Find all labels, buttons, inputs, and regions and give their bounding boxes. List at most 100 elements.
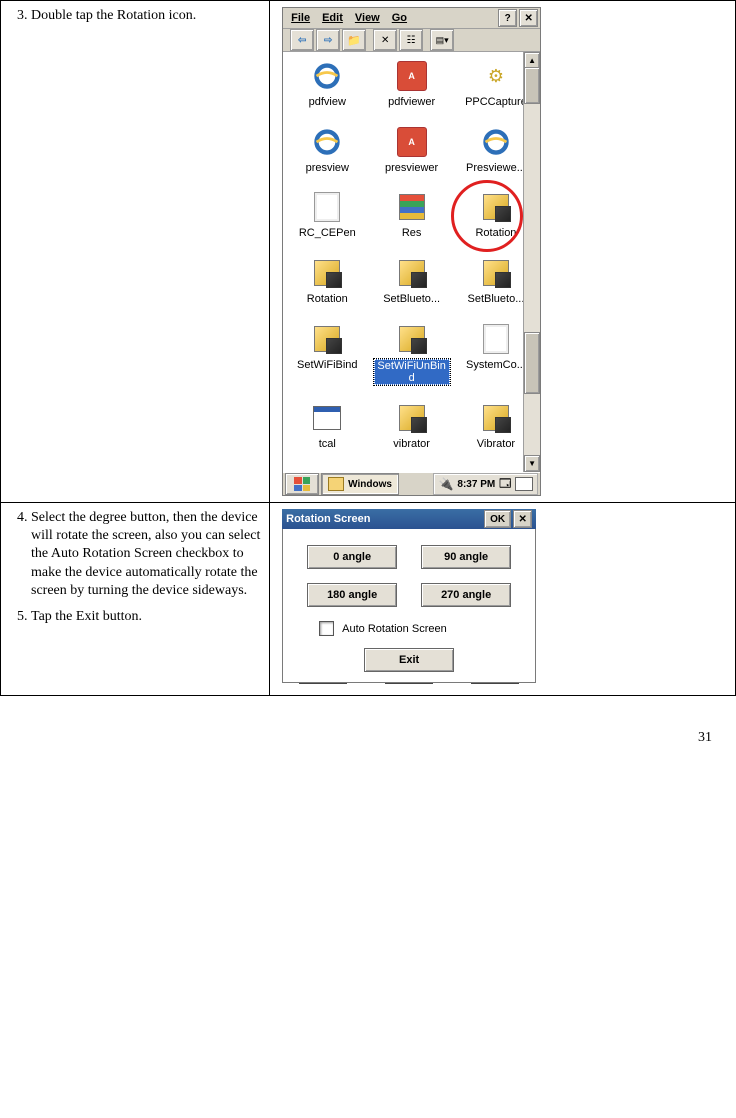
rotation-dialog: Rotation Screen OK ✕ 0 angle 90 angle 18… bbox=[282, 509, 536, 689]
file-item[interactable]: Apresviewer bbox=[374, 126, 450, 182]
document-icon bbox=[483, 324, 509, 354]
toolbar: ⇦ ⇨ 📁 ✕ ☷ ▤▾ bbox=[283, 29, 540, 52]
angle-0-button[interactable]: 0 angle bbox=[307, 545, 397, 569]
ie-icon bbox=[313, 128, 341, 156]
tray-time: 8:37 PM bbox=[457, 479, 495, 490]
file-grid: pdfviewApdfviewer⚙PPCCapturepresviewApre… bbox=[283, 52, 540, 472]
pdf-icon: A bbox=[397, 61, 427, 91]
menu-file[interactable]: File bbox=[285, 10, 316, 26]
angle-180-button[interactable]: 180 angle bbox=[307, 583, 397, 607]
file-label: SetBlueto... bbox=[381, 293, 442, 305]
menu-go[interactable]: Go bbox=[386, 10, 413, 26]
ie-icon bbox=[482, 128, 510, 156]
view-mode-button[interactable]: ▤▾ bbox=[430, 29, 454, 51]
menu-edit[interactable]: Edit bbox=[316, 10, 349, 26]
file-label: pdfviewer bbox=[386, 96, 437, 108]
ie-icon bbox=[313, 62, 341, 90]
delete-button[interactable]: ✕ bbox=[373, 29, 397, 51]
folder-icon bbox=[328, 477, 344, 491]
system-tray: 🔌 8:37 PM 🗔 bbox=[433, 473, 538, 495]
scroll-thumb-lower[interactable] bbox=[524, 332, 540, 394]
start-button[interactable] bbox=[285, 473, 319, 495]
file-label: pdfview bbox=[307, 96, 348, 108]
step5-text: Tap the Exit button. bbox=[31, 608, 261, 626]
app-box-icon bbox=[399, 260, 425, 286]
scroll-thumb[interactable] bbox=[524, 67, 540, 104]
flag-icon bbox=[399, 194, 425, 220]
scrollbar: ▲ ▼ bbox=[523, 52, 540, 472]
file-label: presview bbox=[304, 162, 351, 174]
file-label: PPCCapture bbox=[463, 96, 529, 108]
back-icon: ⇦ bbox=[298, 35, 306, 46]
file-item[interactable]: SetWiFiBind bbox=[289, 323, 365, 393]
rotation-body: 0 angle 90 angle 180 angle 270 angle Aut… bbox=[282, 529, 536, 683]
file-item[interactable]: presview bbox=[289, 126, 365, 182]
step4-5-cell: Select the degree button, then the devic… bbox=[1, 503, 270, 696]
app-box-icon bbox=[399, 405, 425, 431]
dialog-bottom-frags bbox=[282, 683, 536, 689]
file-item[interactable]: vibrator bbox=[374, 402, 450, 458]
app-box-icon bbox=[399, 326, 425, 352]
step4-text: Select the degree button, then the devic… bbox=[31, 509, 261, 600]
properties-icon: ☷ bbox=[407, 35, 416, 46]
file-label: Rotation bbox=[473, 227, 518, 239]
file-item[interactable]: Rotation bbox=[289, 257, 365, 313]
folder-up-icon: 📁 bbox=[347, 34, 361, 47]
file-item[interactable]: Res bbox=[374, 191, 450, 247]
file-label: Rotation bbox=[305, 293, 350, 305]
app-box-icon bbox=[483, 260, 509, 286]
forward-button[interactable]: ⇨ bbox=[316, 29, 340, 51]
file-item[interactable]: RC_CEPen bbox=[289, 191, 365, 247]
properties-button[interactable]: ☷ bbox=[399, 29, 423, 51]
file-item[interactable]: tcal bbox=[289, 402, 365, 458]
taskbar: Windows 🔌 8:37 PM 🗔 bbox=[283, 472, 540, 495]
angle-90-button[interactable]: 90 angle bbox=[421, 545, 511, 569]
desktop-icon[interactable]: 🗔 bbox=[499, 475, 511, 494]
file-label: Vibrator bbox=[475, 438, 517, 450]
file-item[interactable]: SetBlueto... bbox=[374, 257, 450, 313]
file-item[interactable]: SetWiFiUnBind bbox=[374, 323, 450, 393]
explorer-cell: File Edit View Go ? ✕ ⇦ ⇨ 📁 ✕ bbox=[270, 1, 736, 503]
auto-rotation-label: Auto Rotation Screen bbox=[342, 623, 447, 635]
auto-rotation-checkbox[interactable] bbox=[319, 621, 334, 636]
delete-icon: ✕ bbox=[381, 35, 389, 46]
file-label: Presviewe... bbox=[464, 162, 528, 174]
taskbar-item-windows[interactable]: Windows bbox=[321, 473, 399, 495]
taskbar-item-label: Windows bbox=[348, 479, 392, 490]
rotation-titlebar: Rotation Screen OK ✕ bbox=[282, 509, 536, 529]
explorer-window: File Edit View Go ? ✕ ⇦ ⇨ 📁 ✕ bbox=[282, 7, 541, 496]
scroll-down-button[interactable]: ▼ bbox=[524, 455, 540, 472]
app-box-icon bbox=[483, 405, 509, 431]
back-button[interactable]: ⇦ bbox=[290, 29, 314, 51]
file-label: SetWiFiBind bbox=[295, 359, 360, 371]
exit-button[interactable]: Exit bbox=[364, 648, 454, 672]
keyboard-icon[interactable] bbox=[515, 477, 533, 491]
dialog-close-button[interactable]: ✕ bbox=[513, 510, 532, 528]
file-item[interactable]: Apdfviewer bbox=[374, 60, 450, 116]
help-button[interactable]: ? bbox=[498, 9, 517, 27]
menubar: File Edit View Go ? ✕ bbox=[283, 8, 540, 29]
angle-270-button[interactable]: 270 angle bbox=[421, 583, 511, 607]
rotation-title: Rotation Screen bbox=[286, 513, 484, 525]
power-icon: 🔌 bbox=[438, 477, 453, 491]
document-icon bbox=[314, 192, 340, 222]
file-item[interactable]: pdfview bbox=[289, 60, 365, 116]
ok-button[interactable]: OK bbox=[484, 510, 511, 528]
app-box-icon bbox=[314, 260, 340, 286]
close-button[interactable]: ✕ bbox=[519, 9, 538, 27]
step3-text: Double tap the Rotation icon. bbox=[31, 7, 261, 25]
forward-icon: ⇨ bbox=[324, 35, 332, 46]
window-icon bbox=[313, 406, 341, 430]
step3-cell: Double tap the Rotation icon. bbox=[1, 1, 270, 503]
file-label: vibrator bbox=[391, 438, 432, 450]
app-box-icon bbox=[483, 194, 509, 220]
file-label: SetBlueto... bbox=[466, 293, 527, 305]
up-button[interactable]: 📁 bbox=[342, 29, 366, 51]
rotation-cell: Rotation Screen OK ✕ 0 angle 90 angle 18… bbox=[270, 503, 736, 696]
windows-logo-icon bbox=[294, 477, 310, 491]
menu-view[interactable]: View bbox=[349, 10, 386, 26]
app-box-icon bbox=[314, 326, 340, 352]
pdf-icon: A bbox=[397, 127, 427, 157]
view-mode-icon: ▤▾ bbox=[436, 35, 449, 46]
file-label: tcal bbox=[317, 438, 338, 450]
